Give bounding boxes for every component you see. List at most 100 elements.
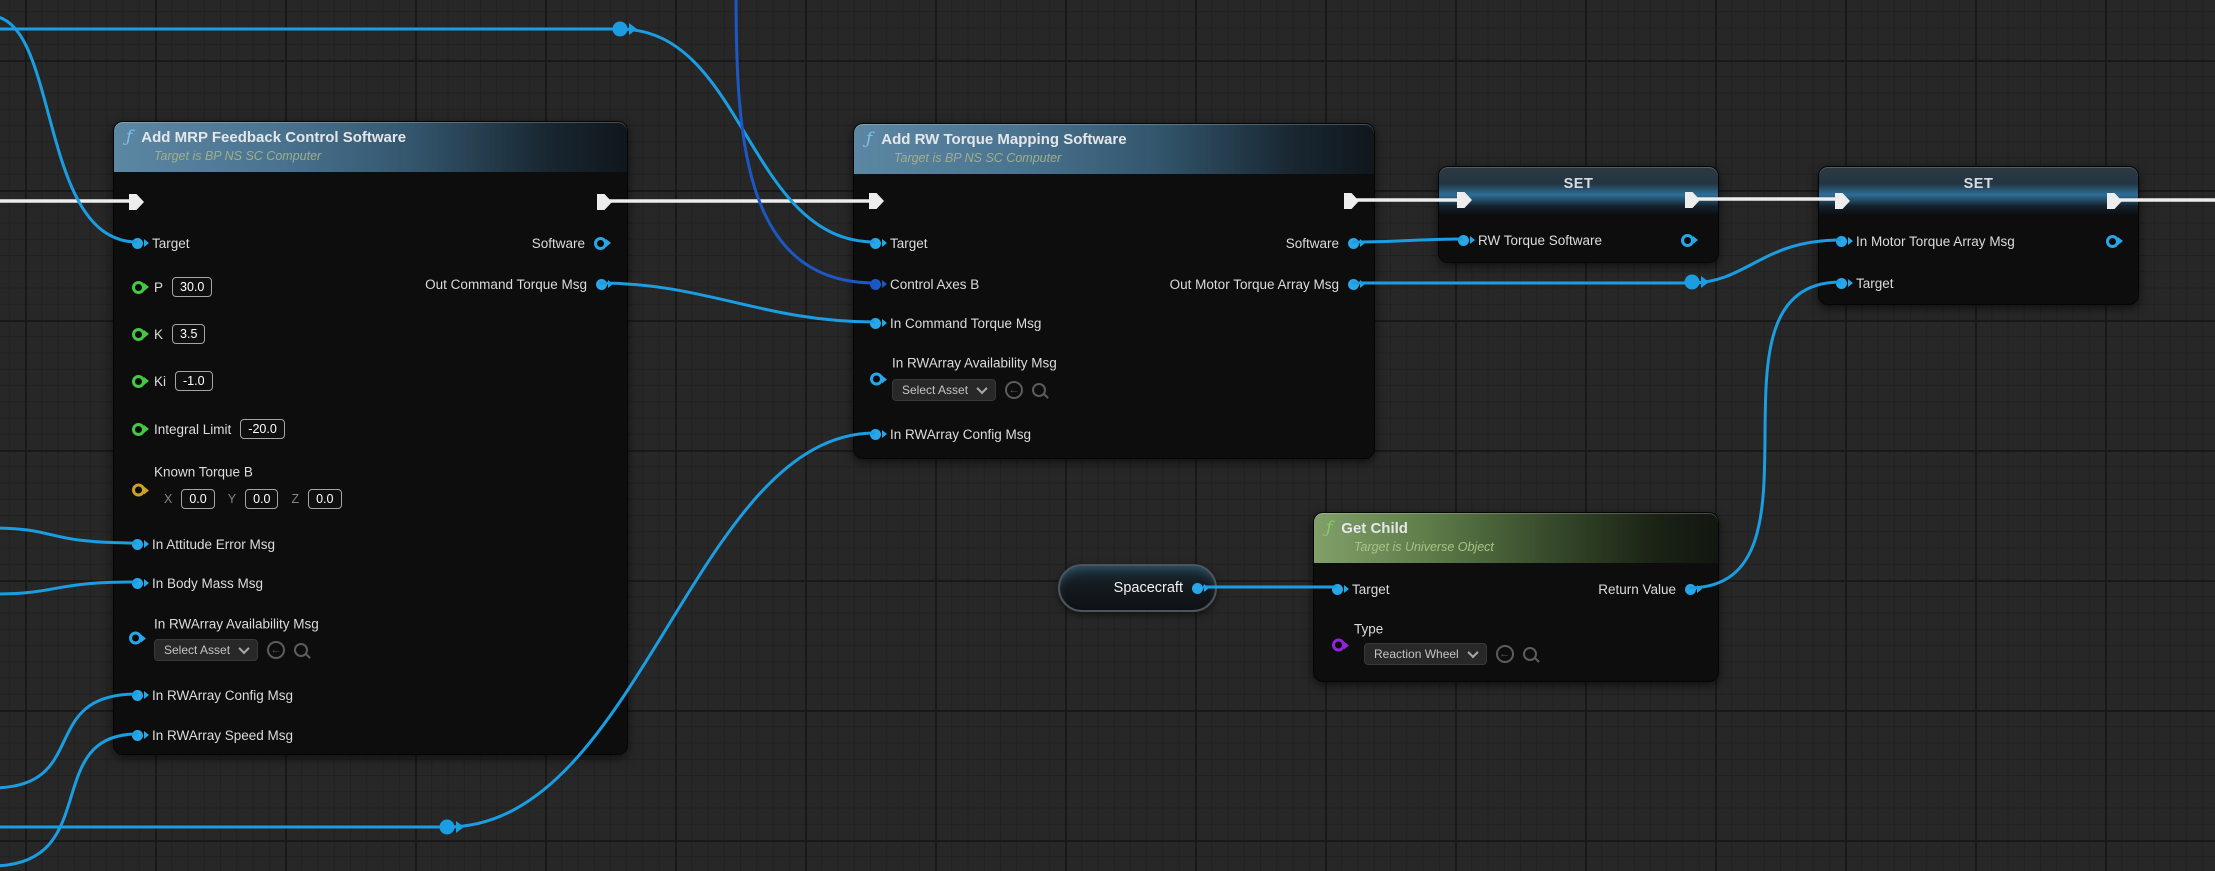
exec-in-pin[interactable] [869, 188, 884, 214]
reroute-node[interactable] [440, 820, 455, 835]
pin-in-body-mass-msg[interactable] [132, 578, 143, 589]
pin-target-in[interactable] [132, 238, 143, 249]
node-title: Add RW Torque Mapping Software [881, 131, 1126, 148]
node-add-rw-torque-mapping-software[interactable]: ƒ Add RW Torque Mapping Software Target … [853, 123, 1375, 459]
pin-label: Out Command Torque Msg [425, 277, 587, 292]
pin-out-command-torque-msg[interactable] [596, 279, 607, 290]
exec-in-pin[interactable] [1457, 187, 1472, 213]
value-field-k[interactable]: 3.5 [172, 324, 205, 344]
asset-select-dropdown[interactable]: Select Asset [892, 379, 996, 401]
pin-return-value-out[interactable] [1685, 584, 1696, 595]
pin-target-in[interactable] [870, 238, 881, 249]
pin-label: In Command Torque Msg [890, 316, 1041, 331]
pin-label: Type [1354, 622, 1383, 637]
pin-software-out[interactable] [1348, 238, 1359, 249]
pin-in-command-torque-msg[interactable] [870, 318, 881, 329]
node-header[interactable]: ƒ Add MRP Feedback Control Software Targ… [114, 122, 627, 172]
reroute-chevron-icon [1701, 276, 1709, 288]
asset-select-value: Select Asset [902, 383, 968, 397]
pin-in-rwarray-config-msg[interactable] [870, 429, 881, 440]
browse-asset-icon[interactable] [294, 643, 308, 657]
exec-out-pin[interactable] [2107, 188, 2122, 214]
pin-label: In Attitude Error Msg [152, 537, 275, 552]
pin-integral-limit-in[interactable] [132, 423, 145, 436]
pin-control-axes-b-in[interactable] [870, 279, 881, 290]
node-subtitle: Target is Universe Object [1314, 538, 1718, 554]
exec-in-pin[interactable] [129, 189, 144, 215]
value-field-p[interactable]: 30.0 [172, 277, 212, 297]
pin-label: Out Motor Torque Array Msg [1170, 277, 1339, 292]
exec-out-pin[interactable] [1685, 187, 1700, 213]
pin-in-rwarray-availability-msg[interactable] [870, 373, 883, 386]
exec-arrow-icon [597, 194, 612, 210]
reroute-node[interactable] [1685, 275, 1700, 290]
reroute-node[interactable] [613, 22, 628, 37]
type-select-dropdown[interactable]: Reaction Wheel [1364, 643, 1487, 665]
node-subtitle: Target is BP NS SC Computer [854, 149, 1374, 165]
pin-label: In Motor Torque Array Msg [1856, 234, 2015, 249]
pin-label: K [154, 327, 163, 342]
pin-target-in[interactable] [1332, 584, 1343, 595]
pin-in-attitude-error-msg[interactable] [132, 539, 143, 550]
use-selected-asset-icon[interactable]: ← [267, 641, 285, 659]
pin-label: Software [532, 236, 585, 251]
use-selected-asset-icon[interactable]: ← [1496, 645, 1514, 663]
browse-asset-icon[interactable] [1032, 383, 1046, 397]
node-header[interactable]: ƒ Get Child Target is Universe Object [1314, 513, 1718, 563]
asset-select-dropdown[interactable]: Select Asset [154, 639, 258, 661]
wire-out-command-to-in-command[interactable] [600, 283, 875, 322]
value-field-y[interactable]: 0.0 [245, 489, 278, 509]
value-field-x[interactable]: 0.0 [181, 489, 214, 509]
chevron-down-icon [976, 383, 987, 394]
pin-p-in[interactable] [132, 281, 145, 294]
pin-value-out[interactable] [1681, 234, 1694, 247]
pin-label: P [154, 280, 163, 295]
node-header[interactable]: ƒ Add RW Torque Mapping Software Target … [854, 124, 1374, 174]
pin-ki-in[interactable] [132, 375, 145, 388]
exec-arrow-icon [1835, 193, 1850, 209]
pin-label: In RWArray Speed Msg [152, 728, 293, 743]
pin-k-in[interactable] [132, 328, 145, 341]
pin-rw-torque-software-in[interactable] [1458, 235, 1469, 246]
chevron-down-icon [238, 643, 249, 654]
exec-out-pin[interactable] [597, 189, 612, 215]
pin-type-in[interactable] [1332, 639, 1345, 652]
pin-in-motor-torque-array-msg-in[interactable] [1836, 236, 1847, 247]
pin-in-rwarray-availability-msg[interactable] [129, 632, 142, 645]
pin-label: In RWArray Availability Msg [892, 356, 1057, 371]
node-title: Add MRP Feedback Control Software [141, 129, 406, 146]
pin-in-rwarray-speed-msg[interactable] [132, 730, 143, 741]
reroute-chevron-icon [629, 23, 637, 35]
pin-target-in[interactable] [1836, 278, 1847, 289]
browse-asset-icon[interactable] [1523, 647, 1537, 661]
wire-in-rwarray-speed[interactable] [0, 734, 137, 866]
node-get-spacecraft-variable[interactable]: Spacecraft [1058, 564, 1217, 612]
exec-in-pin[interactable] [1835, 188, 1850, 214]
value-field-ki[interactable]: -1.0 [175, 371, 213, 391]
type-select-value: Reaction Wheel [1374, 647, 1459, 661]
pin-label: Target [1352, 582, 1390, 597]
pin-known-torque-b-in[interactable] [132, 484, 145, 497]
pin-label: Target [1856, 276, 1894, 291]
exec-out-pin[interactable] [1344, 188, 1359, 214]
pin-label: In RWArray Availability Msg [154, 617, 319, 632]
pin-out-motor-torque-array-msg[interactable] [1348, 279, 1359, 290]
axis-z-label: Z [291, 492, 299, 506]
exec-arrow-icon [1685, 192, 1700, 208]
value-field-z[interactable]: 0.0 [308, 489, 341, 509]
node-get-child[interactable]: ƒ Get Child Target is Universe Object Ta… [1313, 512, 1719, 682]
value-field-integral-limit[interactable]: -20.0 [240, 419, 285, 439]
exec-arrow-icon [2107, 193, 2122, 209]
blueprint-graph-canvas[interactable]: ƒ Add MRP Feedback Control Software Targ… [0, 0, 2215, 871]
pin-value-out[interactable] [2106, 235, 2119, 248]
pin-software-out[interactable] [594, 237, 607, 250]
pin-in-rwarray-config-msg[interactable] [132, 690, 143, 701]
use-selected-asset-icon[interactable]: ← [1005, 381, 1023, 399]
pin-spacecraft-out[interactable] [1192, 583, 1203, 594]
node-add-mrp-feedback-control-software[interactable]: ƒ Add MRP Feedback Control Software Targ… [113, 121, 628, 755]
pin-label: Software [1286, 236, 1339, 251]
reroute-chevron-icon [456, 821, 464, 833]
node-set-in-motor-torque-array-msg[interactable]: SET In Motor Torque Array Msg Target [1818, 166, 2139, 305]
node-set-rw-torque-software[interactable]: SET RW Torque Software [1438, 166, 1719, 263]
pin-label: In Body Mass Msg [152, 576, 263, 591]
